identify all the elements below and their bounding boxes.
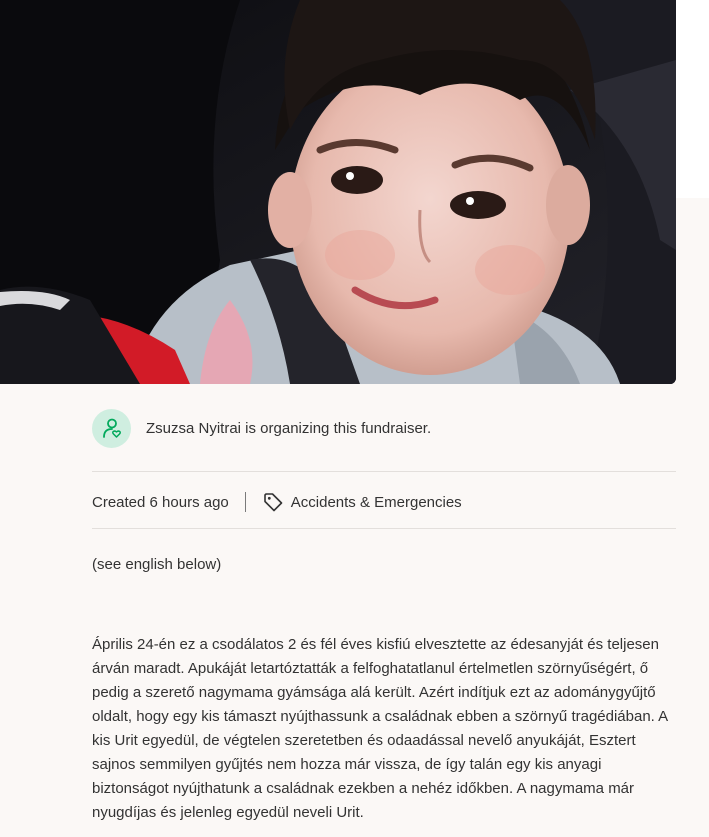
story-intro: (see english below): [92, 556, 222, 573]
divider: [92, 528, 676, 529]
campaign-photo: [0, 0, 676, 384]
category-label[interactable]: Accidents & Emergencies: [291, 494, 462, 511]
story-paragraph: Április 24-én ez a csodálatos 2 és fél é…: [92, 636, 668, 821]
campaign-meta: Created 6 hours ago Accidents & Emergenc…: [92, 488, 462, 516]
divider: [92, 471, 676, 472]
user-heart-icon: [92, 408, 131, 448]
organizer-text: Zsuzsa Nyitrai is organizing this fundra…: [146, 419, 432, 437]
category-link[interactable]: Accidents & Emergencies: [262, 491, 462, 513]
tag-icon: [263, 493, 283, 512]
child-photo-image: [0, 0, 676, 384]
created-time: Created 6 hours ago: [92, 493, 229, 511]
side-panel: [676, 0, 709, 198]
meta-separator: [244, 492, 246, 512]
organizer-row: Zsuzsa Nyitrai is organizing this fundra…: [92, 408, 431, 448]
